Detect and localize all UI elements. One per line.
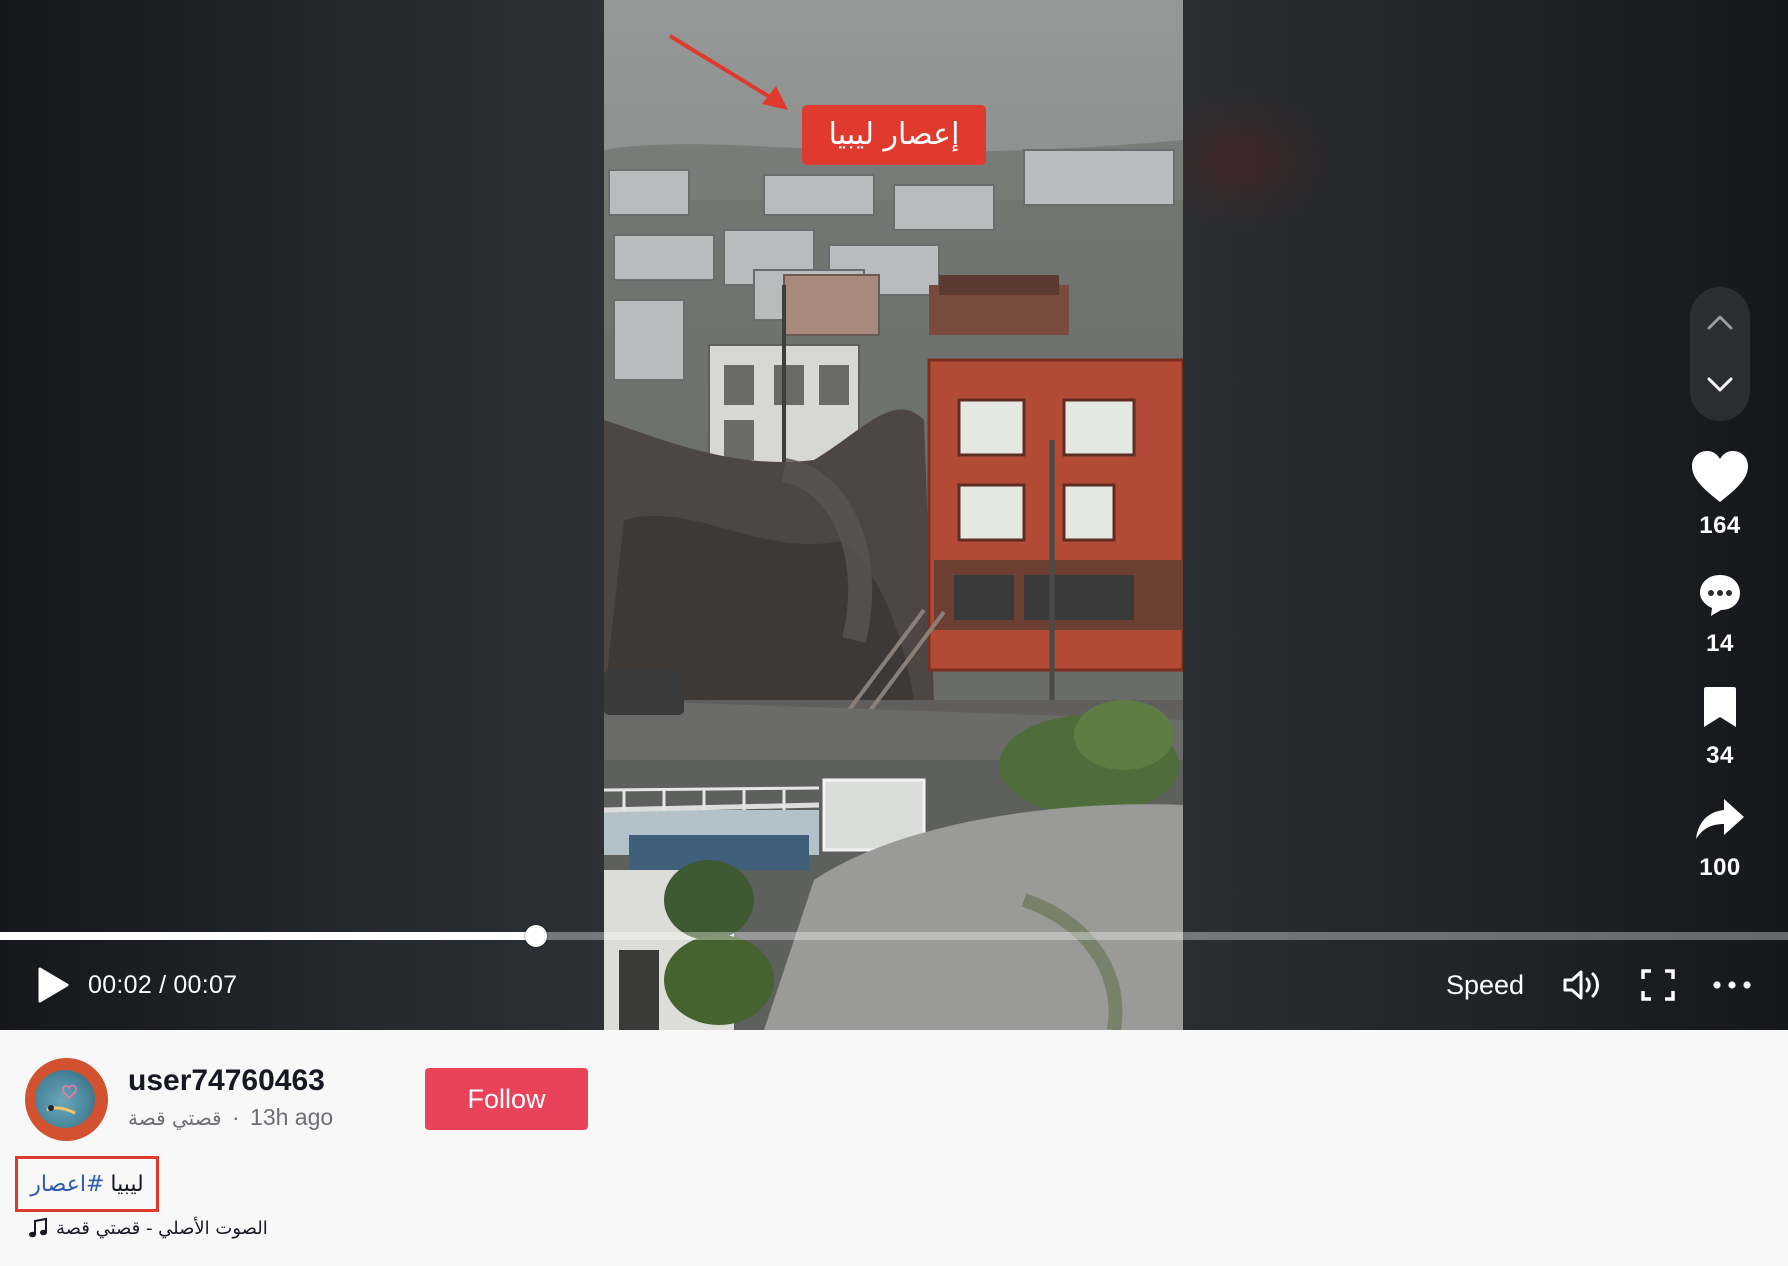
more-options-button[interactable]	[1712, 955, 1752, 1015]
music-note-icon	[29, 1217, 47, 1238]
post-time: 13h ago	[250, 1104, 334, 1130]
annotation-arrow-icon	[668, 34, 788, 110]
save-button[interactable]: 34	[1680, 676, 1760, 770]
avatar-doodle-icon	[46, 1084, 77, 1115]
play-button[interactable]	[36, 955, 70, 1015]
time-separator: /	[159, 970, 167, 999]
more-icon	[1713, 981, 1751, 989]
like-count: 164	[1699, 512, 1741, 539]
play-icon	[38, 967, 69, 1003]
fullscreen-icon	[1641, 969, 1675, 1001]
music-title: الصوت الأصلي - قصتي قصة	[56, 1217, 268, 1239]
like-button[interactable]: 164	[1680, 446, 1760, 540]
video-description: ليبيا #اعصار	[15, 1156, 159, 1212]
duration: 00:07	[173, 970, 238, 999]
share-icon	[1696, 799, 1744, 839]
video-navigation	[1690, 287, 1750, 421]
fullscreen-button[interactable]	[1640, 955, 1676, 1015]
follow-button[interactable]: Follow	[425, 1068, 588, 1130]
share-button[interactable]: 100	[1680, 788, 1760, 882]
avatar[interactable]	[25, 1058, 108, 1141]
video-overlay-caption: إعصار ليبيا	[802, 105, 986, 165]
next-video-button[interactable]	[1690, 355, 1750, 415]
video-blur-background-left	[0, 0, 604, 1030]
comment-count: 14	[1706, 630, 1734, 657]
author-nickname: قصتي قصة	[128, 1106, 222, 1130]
video-player[interactable]: إعصار ليبيا 164 14 34 100 00:02 / 00:07 …	[0, 0, 1788, 1030]
previous-video-button[interactable]	[1690, 292, 1750, 352]
volume-icon	[1563, 970, 1599, 1000]
author-username[interactable]: user74760463	[128, 1064, 325, 1098]
comment-button[interactable]: 14	[1680, 564, 1760, 658]
video-time-display: 00:02 / 00:07	[88, 955, 237, 1015]
save-count: 34	[1706, 742, 1734, 769]
current-time: 00:02	[88, 970, 153, 999]
author-subline: قصتي قصة · 13h ago	[128, 1104, 333, 1131]
bookmark-icon	[1704, 687, 1736, 727]
description-text: ليبيا	[110, 1171, 144, 1197]
video-progress-fill	[0, 932, 537, 940]
subline-separator: ·	[231, 1104, 240, 1130]
video-progress-bar[interactable]	[0, 925, 1788, 947]
hashtag-link[interactable]: #اعصار	[30, 1172, 104, 1197]
chevron-up-icon	[1707, 315, 1733, 330]
comment-icon	[1700, 575, 1740, 616]
heart-icon	[1692, 451, 1748, 502]
music-link[interactable]: الصوت الأصلي - قصتي قصة	[28, 1217, 268, 1239]
share-count: 100	[1699, 854, 1741, 881]
volume-button[interactable]	[1562, 955, 1604, 1015]
speed-button[interactable]: Speed	[1446, 955, 1524, 1015]
chevron-down-icon	[1707, 377, 1733, 392]
